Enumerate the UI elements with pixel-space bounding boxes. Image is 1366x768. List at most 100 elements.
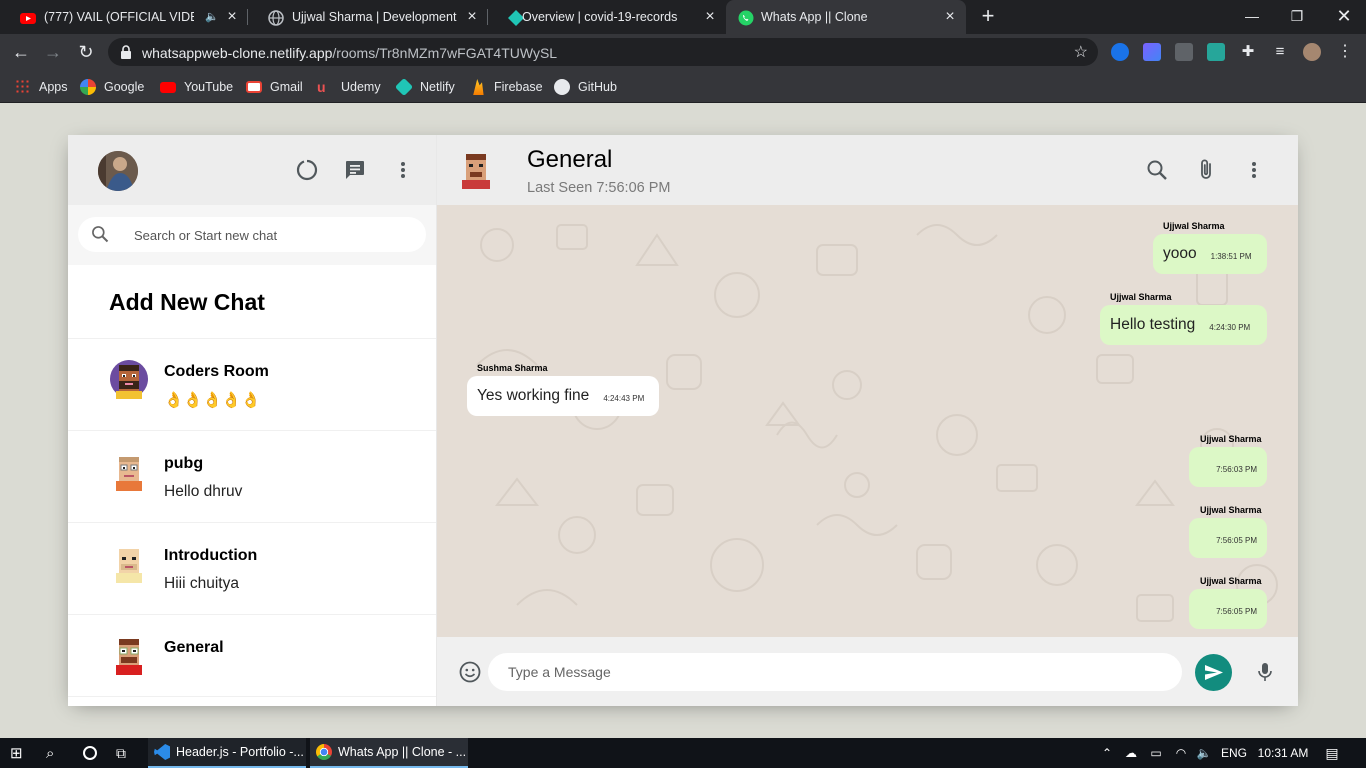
close-window-button[interactable]: ✕ [1334, 6, 1354, 26]
status-icon[interactable] [295, 158, 319, 182]
back-button[interactable]: ← [10, 41, 32, 63]
youtube-icon [20, 13, 36, 24]
search-icon[interactable] [1145, 158, 1169, 182]
sidebar-search [68, 205, 436, 265]
room-avatar[interactable] [459, 151, 493, 189]
chat-last-message: Hello dhruv [164, 483, 243, 500]
bookmark-firebase[interactable]: Firebase [470, 77, 543, 97]
address-bar[interactable]: whatsappweb-clone.netlify.app/rooms/Tr8n… [108, 38, 1098, 66]
chat-last-message: 👌👌👌👌👌 [164, 392, 261, 409]
message-sender: Ujjwal Sharma [1163, 221, 1225, 231]
new-tab-button[interactable]: + [978, 5, 998, 27]
close-tab-icon[interactable]: × [702, 9, 718, 25]
maximize-button[interactable]: ❐ [1287, 6, 1307, 26]
udemy-icon: u [317, 79, 326, 95]
lock-icon [121, 45, 131, 59]
chat-footer [437, 637, 1298, 706]
sidebar: Add New Chat Coders Room 👌👌👌👌👌 [68, 135, 437, 706]
message-bubble-sent: 7:56:03 PM [1189, 447, 1267, 487]
room-avatar [116, 639, 142, 675]
start-button[interactable]: ⊞ [10, 738, 30, 768]
url-text: whatsappweb-clone.netlify.app/rooms/Tr8n… [142, 45, 558, 61]
browser-tab-portfolio[interactable]: Ujjwal Sharma | Development × [248, 0, 488, 34]
extension-icon[interactable] [1207, 43, 1225, 61]
menu-dots-icon[interactable] [391, 158, 415, 182]
bookmark-udemy[interactable]: u Udemy [317, 77, 381, 97]
message-time: 7:56:03 PM [1216, 465, 1257, 474]
chat-name: General [164, 639, 224, 656]
search-box[interactable] [78, 217, 426, 252]
clock[interactable]: 10:31 AM [1254, 738, 1312, 768]
language-indicator[interactable]: ENG [1219, 738, 1249, 768]
send-icon [1205, 665, 1223, 680]
bookmark-apps[interactable]: Apps [15, 77, 68, 97]
user-avatar[interactable] [98, 151, 138, 191]
browser-tab-bar: (777) VAIL (OFFICIAL VIDEO) 🔈 × Ujjwal S… [0, 0, 1366, 34]
browser-toolbar: ← → ↻ whatsappweb-clone.netlify.app/room… [0, 34, 1366, 70]
whatsapp-icon [738, 10, 754, 26]
message-sender: Ujjwal Sharma [1200, 505, 1262, 515]
menu-dots-icon[interactable] [1242, 158, 1266, 182]
send-button[interactable] [1195, 654, 1232, 691]
minimize-button[interactable]: — [1242, 6, 1262, 26]
globe-icon [268, 10, 284, 26]
menu-dots-icon[interactable]: ⋮ [1336, 43, 1354, 61]
message-sender: Sushma Sharma [477, 363, 548, 373]
windows-taskbar: ⊞ ⌕ ⧉ Header.js - Portfolio -... Whats A… [0, 738, 1366, 768]
bookmark-github[interactable]: GitHub [554, 77, 617, 97]
reload-button[interactable]: ↻ [75, 41, 97, 63]
bookmark-star-icon[interactable]: ☆ [1074, 42, 1088, 62]
bookmark-google[interactable]: Google [80, 77, 144, 97]
cortana-icon[interactable] [80, 738, 100, 768]
message-input-box[interactable] [488, 653, 1182, 691]
taskbar-app-chrome[interactable]: Whats App || Clone - ... [310, 738, 468, 768]
search-input[interactable] [134, 225, 414, 245]
bookmarks-bar: Apps Google YouTube Gmail u Udemy Netlif… [0, 70, 1366, 103]
bookmark-youtube[interactable]: YouTube [160, 77, 233, 97]
speaker-icon[interactable]: 🔈 [205, 10, 219, 23]
browser-tab-netlify[interactable]: Overview | covid-19-records × [488, 0, 726, 34]
message-input[interactable] [508, 662, 1148, 682]
close-tab-icon[interactable]: × [464, 9, 480, 25]
message-sender: Ujjwal Sharma [1200, 434, 1262, 444]
new-chat-icon[interactable] [343, 158, 367, 182]
volume-icon[interactable]: 🔈 [1195, 738, 1213, 768]
chat-item-introduction[interactable]: Introduction Hiii chuitya [68, 523, 436, 615]
add-new-chat-button[interactable]: Add New Chat [68, 265, 436, 339]
bookmark-gmail[interactable]: Gmail [246, 77, 303, 97]
netlify-icon [394, 77, 414, 97]
forward-button[interactable]: → [42, 41, 64, 63]
search-icon[interactable]: ⌕ [46, 738, 66, 768]
microphone-icon[interactable] [1255, 661, 1275, 683]
close-tab-icon[interactable]: × [224, 9, 240, 25]
extensions-puzzle-icon[interactable]: ✚ [1239, 43, 1257, 61]
attach-file-icon[interactable] [1194, 158, 1218, 182]
chat-item-pubg[interactable]: pubg Hello dhruv [68, 431, 436, 523]
onedrive-icon[interactable]: ☁ [1122, 738, 1140, 768]
bookmark-netlify[interactable]: Netlify [394, 77, 455, 97]
extension-icon[interactable] [1175, 43, 1193, 61]
last-seen: Last Seen 7:56:06 PM [527, 180, 671, 196]
extension-icon[interactable] [1111, 43, 1129, 61]
room-avatar [116, 549, 142, 583]
chat-item-general[interactable]: General [68, 615, 436, 697]
task-view-icon[interactable]: ⧉ [116, 738, 136, 768]
chrome-icon [316, 744, 332, 760]
notification-icon[interactable]: ▤ [1322, 738, 1342, 768]
browser-tab-whatsapp-clone[interactable]: Whats App || Clone × [726, 0, 966, 34]
profile-avatar[interactable] [1303, 43, 1321, 61]
chat-list: Add New Chat Coders Room 👌👌👌👌👌 pubg Hell… [68, 265, 436, 706]
wifi-icon[interactable]: ◠ [1172, 738, 1190, 768]
chat-item-coders-room[interactable]: Coders Room 👌👌👌👌👌 [68, 339, 436, 431]
media-control-icon[interactable]: ≡ [1271, 43, 1289, 61]
browser-tab-youtube[interactable]: (777) VAIL (OFFICIAL VIDEO) 🔈 × [0, 0, 248, 34]
extension-icon[interactable] [1143, 43, 1161, 61]
chevron-up-icon[interactable]: ⌃ [1100, 738, 1114, 768]
whatsapp-clone-app: Add New Chat Coders Room 👌👌👌👌👌 [68, 135, 1298, 706]
user-photo-icon [98, 151, 138, 191]
emoji-icon[interactable] [459, 661, 481, 683]
close-tab-icon[interactable]: × [942, 9, 958, 25]
battery-icon[interactable]: ▭ [1147, 738, 1165, 768]
taskbar-app-vscode[interactable]: Header.js - Portfolio -... [148, 738, 306, 768]
room-avatar [110, 360, 148, 399]
